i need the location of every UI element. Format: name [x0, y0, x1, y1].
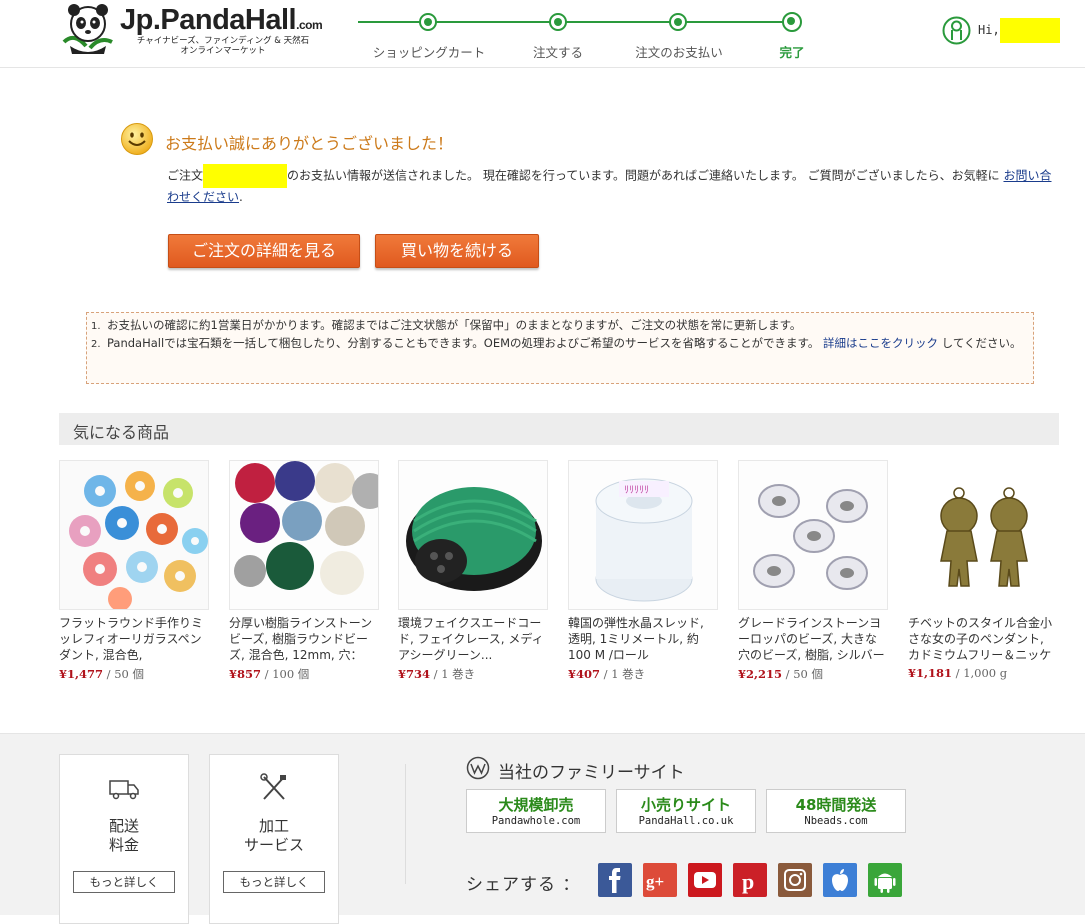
product-card[interactable]: フラットラウンド手作りミッレフィオーリガラスペンダント, 混合色, ¥1,477…	[59, 460, 209, 682]
product-price: ¥2,215 / 50 個	[738, 667, 823, 681]
family-sites-title: 当社のファミリーサイト	[498, 763, 685, 783]
w-globe-icon	[466, 756, 490, 780]
product-price: ¥1,181 / 1,000 g	[908, 666, 1008, 680]
step-dot-payment	[669, 13, 687, 31]
product-card[interactable]: ﾘﾘﾘﾘﾘ 韓国の弾性水晶スレッド, 透明, 1ミリメートル, 約100 M /…	[568, 460, 718, 682]
googleplus-icon[interactable]: g+	[643, 863, 677, 897]
greeting-text: Hi,	[978, 23, 1000, 37]
processing-title: 加工 サービス	[243, 817, 304, 854]
step-dot-complete	[782, 12, 802, 32]
step-label-cart: ショッピングカート	[372, 45, 486, 60]
step-label-complete: 完了	[779, 45, 805, 60]
site-link-pandahall-uk[interactable]: 小売りサイト PandaHall.co.uk	[616, 789, 756, 833]
step-label-payment: 注文のお支払い	[635, 45, 723, 60]
product-card[interactable]: 環境フェイクスエードコード, フェイクレース, メディアシーグリーン... ¥7…	[398, 460, 548, 682]
order-message: ご注文 のお支払い情報が送信されました。 現在確認を行っています。問題があればご連…	[167, 164, 1057, 206]
android-icon[interactable]	[868, 863, 902, 897]
user-name-redacted	[1000, 18, 1060, 43]
pinterest-icon[interactable]: p	[733, 863, 767, 897]
youtube-icon[interactable]	[688, 863, 722, 897]
site-logo[interactable]: Jp.PandaHall.com チャイナビーズ、ファインディング & 天然石オ…	[60, 2, 330, 60]
product-image[interactable]: ﾘﾘﾘﾘﾘ	[568, 460, 718, 610]
checkout-progress: ショッピングカート 注文する 注文のお支払い 完了	[358, 8, 808, 62]
note-item-1: 1. お支払いの確認に約1営業日がかかります。確認まではご注文状態が「保留中」のま…	[91, 318, 802, 332]
processing-more-button[interactable]: もっと詳しく	[223, 871, 325, 893]
product-price: ¥857 / 100 個	[229, 667, 310, 681]
note-item-2: 2. PandaHallでは宝石類を一括して梱包したり、分割することもできます。O…	[91, 336, 1022, 350]
product-image[interactable]	[59, 460, 209, 610]
product-image[interactable]	[908, 460, 1058, 610]
product-name[interactable]: グレードラインストーンヨーロッパのビーズ, 大きな穴のビーズ, 樹脂, シルバー	[738, 615, 888, 663]
share-label: シェアする ：	[466, 875, 581, 895]
step-label-order: 注文する	[532, 45, 584, 60]
tools-icon	[260, 773, 286, 800]
product-image[interactable]	[738, 460, 888, 610]
product-price: ¥734 / 1 巻き	[398, 667, 476, 681]
svg-text:p: p	[742, 869, 754, 894]
product-name[interactable]: 韓国の弾性水晶スレッド, 透明, 1ミリメートル, 約100 M /ロール	[568, 615, 718, 663]
recommendations-header: 気になる商品	[59, 413, 1059, 445]
instagram-icon[interactable]	[778, 863, 812, 897]
product-price: ¥1,477 / 50 個	[59, 667, 144, 681]
product-name[interactable]: フラットラウンド手作りミッレフィオーリガラスペンダント, 混合色,	[59, 615, 209, 663]
shipping-more-button[interactable]: もっと詳しく	[73, 871, 175, 893]
logo-tagline: チャイナビーズ、ファインディング & 天然石 オンラインマーケット	[136, 36, 310, 56]
svg-text:ﾘﾘﾘﾘﾘ: ﾘﾘﾘﾘﾘ	[624, 485, 649, 496]
product-image[interactable]	[229, 460, 379, 610]
shipping-card: 配送 料金 もっと詳しく	[59, 754, 189, 924]
truck-icon	[109, 780, 139, 800]
footer-divider	[405, 764, 406, 884]
apple-icon[interactable]	[823, 863, 857, 897]
product-name[interactable]: 環境フェイクスエードコード, フェイクレース, メディアシーグリーン...	[398, 615, 548, 663]
site-link-pandawhole[interactable]: 大規模卸売 Pandawhole.com	[466, 789, 606, 833]
logo-text: Jp.PandaHall.com	[120, 4, 323, 36]
product-card[interactable]: 分厚い樹脂ラインストーンビーズ, 樹脂ラウンドビーズ, 混合色, 12mm, 穴…	[229, 460, 379, 682]
product-name[interactable]: 分厚い樹脂ラインストーンビーズ, 樹脂ラウンドビーズ, 混合色, 12mm, 穴…	[229, 615, 379, 663]
product-card[interactable]: チベットのスタイル合金小さな女の子のペンダント, カドミウムフリー＆ニッケ ¥1…	[908, 460, 1058, 680]
details-link[interactable]: 詳細はここをクリック	[823, 336, 938, 350]
site-footer: 配送 料金 もっと詳しく 加工 サービス もっと詳しく 当社のファミリーサイト 大規…	[0, 733, 1085, 924]
product-image[interactable]	[398, 460, 548, 610]
processing-card: 加工 サービス もっと詳しく	[209, 754, 339, 924]
thanks-title: お支払い誠にありがとうございました！	[165, 134, 454, 153]
continue-shopping-button[interactable]: 買い物を続ける	[375, 234, 539, 268]
product-price: ¥407 / 1 巻き	[568, 667, 646, 681]
user-icon	[942, 16, 971, 45]
smiley-icon	[121, 123, 153, 155]
recommendations-title: 気になる商品	[73, 423, 170, 442]
order-id-redacted	[203, 164, 288, 188]
product-name[interactable]: チベットのスタイル合金小さな女の子のペンダント, カドミウムフリー＆ニッケ	[908, 615, 1058, 663]
payment-notes: 1. お支払いの確認に約1営業日がかかります。確認まではご注文状態が「保留中」のま…	[86, 312, 1034, 384]
panda-logo-icon	[62, 4, 113, 54]
site-header: Jp.PandaHall.com チャイナビーズ、ファインディング & 天然石オ…	[0, 0, 1085, 68]
step-dot-cart	[419, 13, 437, 31]
product-card[interactable]: グレードラインストーンヨーロッパのビーズ, 大きな穴のビーズ, 樹脂, シルバー…	[738, 460, 888, 682]
site-link-nbeads[interactable]: 48時間発送 Nbeads.com	[766, 789, 906, 833]
step-dot-order	[549, 13, 567, 31]
view-order-details-button[interactable]: ご注文の詳細を見る	[168, 234, 360, 268]
shipping-title: 配送 料金	[108, 817, 139, 854]
facebook-icon[interactable]	[598, 863, 632, 897]
svg-text:g+: g+	[646, 872, 664, 891]
